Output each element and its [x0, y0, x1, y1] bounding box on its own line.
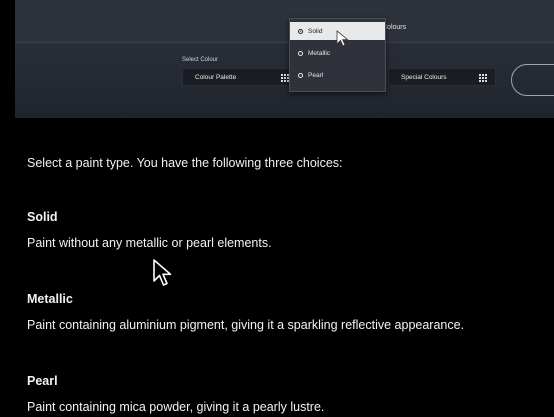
radio-empty-icon: [298, 50, 303, 56]
option-label: Solid: [308, 27, 323, 35]
colour-palette-button[interactable]: Colour Palette: [182, 68, 298, 86]
select-colour-label: Select Colour: [182, 57, 219, 63]
solid-description: Paint without any metallic or pearl elem…: [27, 236, 272, 250]
radio-empty-icon: [298, 72, 303, 78]
metallic-heading: Metallic: [27, 292, 73, 306]
configurator-panel: Colours Select Colour Colour Palette Spe…: [15, 0, 554, 118]
grid-icon: [479, 74, 487, 82]
special-colours-button[interactable]: Special Colours: [388, 68, 496, 86]
colour-palette-label: Colour Palette: [195, 73, 237, 81]
grid-icon: [281, 74, 289, 82]
solid-heading: Solid: [27, 210, 58, 224]
option-label: Metallic: [308, 49, 331, 57]
option-label: Pearl: [308, 71, 324, 79]
special-colours-label: Special Colours: [401, 73, 447, 81]
radio-selected-icon: [298, 28, 303, 34]
mouse-cursor-icon: [336, 30, 349, 47]
intro-text: Select a paint type. You have the follow…: [27, 156, 343, 170]
pearl-heading: Pearl: [27, 374, 58, 388]
paint-type-option-pearl[interactable]: Pearl: [290, 66, 385, 84]
pearl-description: Paint containing mica powder, giving it …: [27, 400, 325, 414]
oval-button[interactable]: [511, 64, 554, 96]
metallic-description: Paint containing aluminium pigment, givi…: [27, 318, 465, 332]
mouse-cursor-icon: [153, 259, 172, 286]
panel-top-band: [15, 0, 554, 43]
